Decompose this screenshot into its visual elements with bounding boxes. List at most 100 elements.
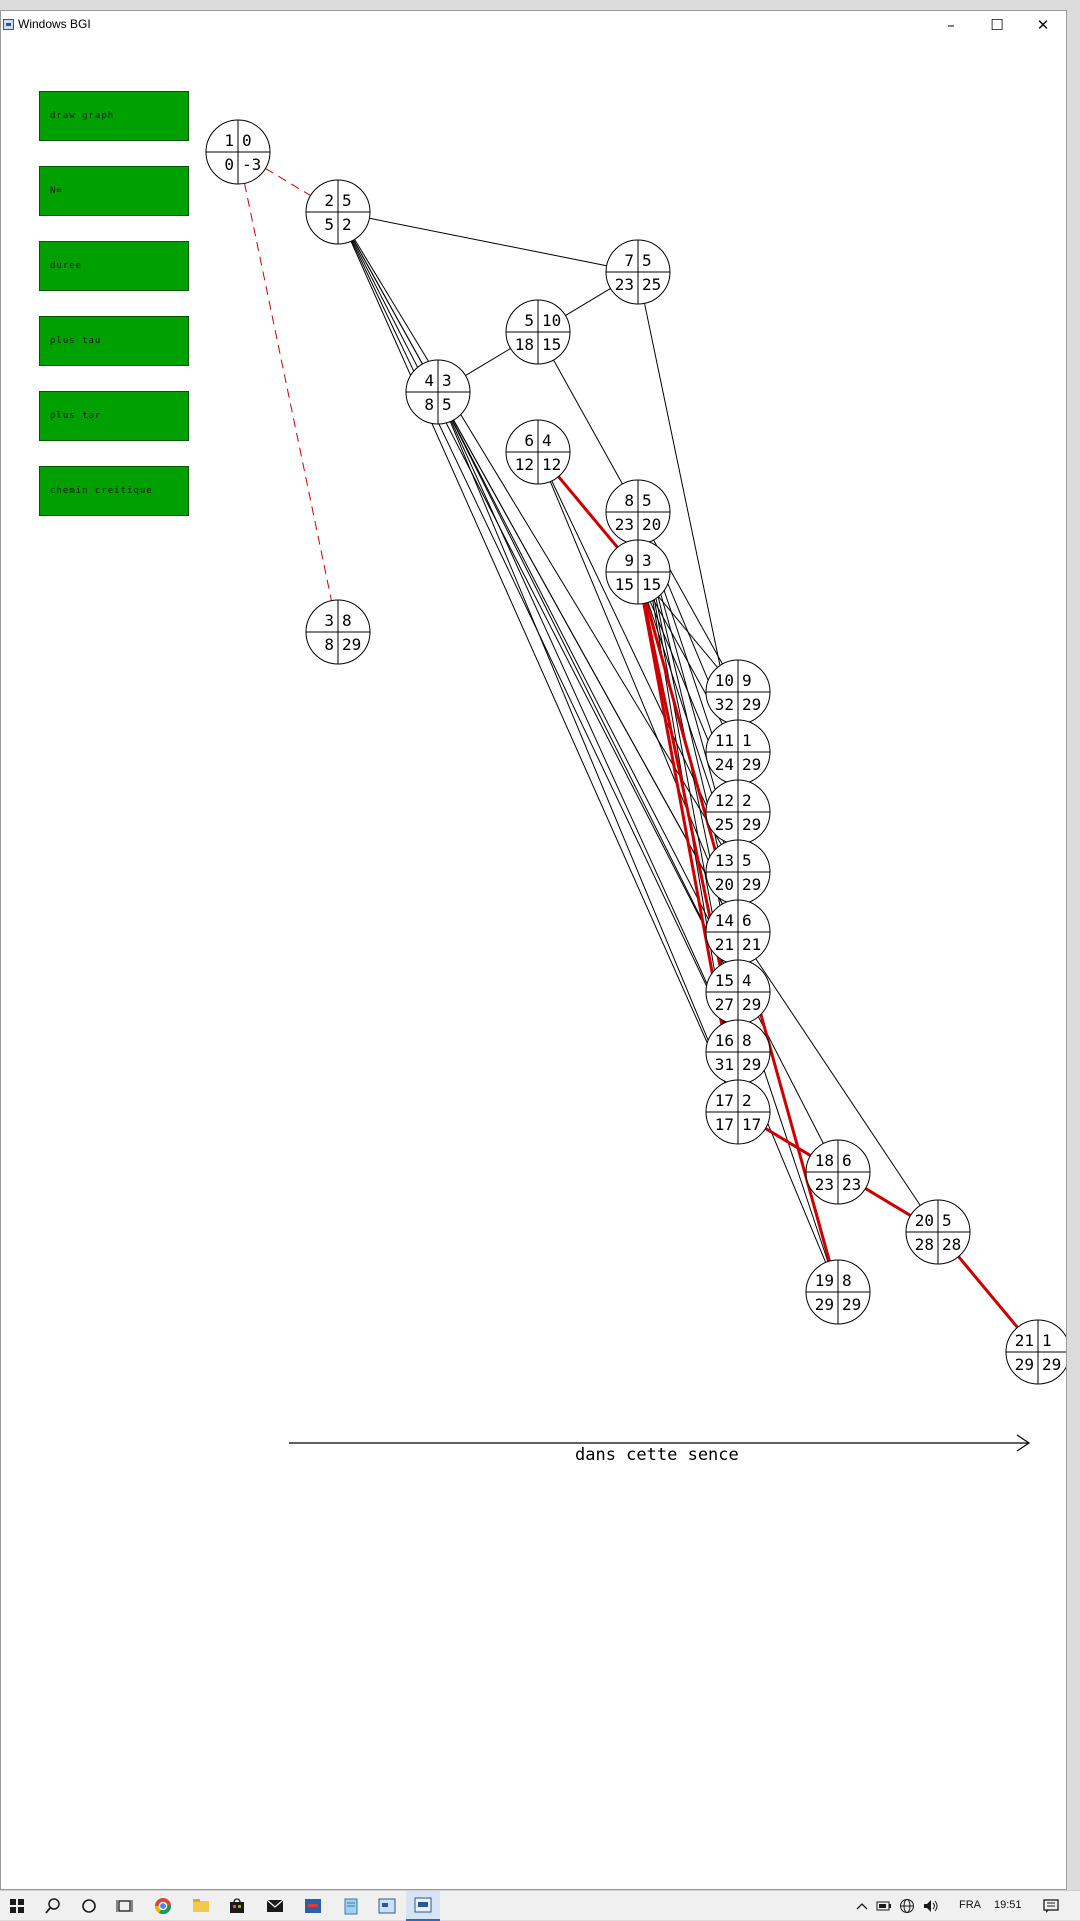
- search-icon[interactable]: [36, 1891, 70, 1921]
- node-18: 18 6 23 23: [805, 1139, 871, 1205]
- edge-4-14: [453, 419, 723, 905]
- node-id-label: 18: [815, 1151, 834, 1170]
- node-8: 8 5 23 20: [605, 479, 671, 545]
- node-early-label: 20: [715, 875, 734, 894]
- app-icon[interactable]: [296, 1891, 330, 1921]
- notification-icon[interactable]: [1036, 1891, 1066, 1921]
- node-duration-label: 1: [1042, 1331, 1052, 1350]
- language-indicator[interactable]: FRA: [959, 1899, 981, 1911]
- app-icon: [3, 19, 14, 30]
- node-early-label: 0: [224, 155, 234, 174]
- chrome-icon[interactable]: [146, 1891, 180, 1921]
- node-id-label: 17: [715, 1091, 734, 1110]
- node-late-label: 29: [742, 755, 761, 774]
- node-late-label: 29: [742, 695, 761, 714]
- mail-icon[interactable]: [258, 1891, 292, 1921]
- node-duration-label: 8: [742, 1031, 752, 1050]
- node-early-label: 32: [715, 695, 734, 714]
- node-id-label: 3: [324, 611, 334, 630]
- node-early-label: 23: [615, 515, 634, 534]
- node-duration-label: 8: [342, 611, 352, 630]
- close-icon[interactable]: ✕: [1020, 11, 1066, 39]
- node-13: 13 5 20 29: [705, 839, 771, 905]
- network-icon[interactable]: [896, 1891, 918, 1921]
- node-early-label: 15: [615, 575, 634, 594]
- node-early-label: 21: [715, 935, 734, 954]
- bgi-app-icon[interactable]: [370, 1891, 404, 1921]
- node-late-label: 17: [742, 1115, 761, 1134]
- edge-2-7: [369, 217, 607, 267]
- node-late-label: 2: [342, 215, 352, 234]
- edge-9-10: [658, 596, 718, 668]
- node-duration-label: 1: [742, 731, 752, 750]
- node-late-label: 29: [742, 815, 761, 834]
- node-id-label: 20: [915, 1211, 934, 1230]
- node-12: 12 2 25 29: [705, 779, 771, 845]
- node-16: 16 8 31 29: [705, 1019, 771, 1085]
- node-duration-label: 5: [642, 251, 652, 270]
- node-5: 5 10 18 15: [505, 299, 571, 365]
- node-late-label: 15: [642, 575, 661, 594]
- minimize-icon[interactable]: –: [928, 11, 974, 39]
- node-2: 2 55 2: [305, 179, 371, 245]
- node-early-label: 23: [815, 1175, 834, 1194]
- node-early-label: 24: [715, 755, 734, 774]
- edge-4-17: [449, 421, 727, 1083]
- edge-4-15: [451, 420, 725, 964]
- chevron-up-icon[interactable]: [852, 1891, 872, 1921]
- node-id-label: 5: [524, 311, 534, 330]
- task-view-icon[interactable]: [108, 1891, 142, 1921]
- node-late-label: 29: [742, 995, 761, 1014]
- node-7: 7 5 23 25: [605, 239, 671, 305]
- clock[interactable]: 19:51: [994, 1899, 1022, 1911]
- node-id-label: 21: [1015, 1331, 1034, 1350]
- node-late-label: 5: [442, 395, 452, 414]
- node-id-label: 1: [224, 131, 234, 150]
- node-late-label: 25: [642, 275, 661, 294]
- node-id-label: 10: [715, 671, 734, 690]
- node-id-label: 6: [524, 431, 534, 450]
- edge-layer: [244, 168, 1019, 1329]
- windows-start-icon[interactable]: [0, 1891, 34, 1921]
- node-id-label: 7: [624, 251, 634, 270]
- notepad-icon[interactable]: [334, 1891, 368, 1921]
- node-id-label: 19: [815, 1271, 834, 1290]
- task-graph: 1 00 -32 55 23 88 294 38 55 1018 156 412 127 523 258 52…: [205, 119, 1066, 1465]
- node-15: 15 4 27 29: [705, 959, 771, 1025]
- node-late-label: 28: [942, 1235, 961, 1254]
- dashed-edge-1-3: [244, 183, 332, 601]
- node-id-label: 14: [715, 911, 734, 930]
- node-early-label: 25: [715, 815, 734, 834]
- node-id-label: 4: [424, 371, 434, 390]
- title-bar[interactable]: Windows BGI – ☐ ✕: [1, 11, 1066, 40]
- node-6: 6 4 12 12: [505, 419, 571, 485]
- edge-5-7: [565, 288, 611, 316]
- node-late-label: 23: [842, 1175, 861, 1194]
- node-20: 20 5 28 28: [905, 1199, 971, 1265]
- node-early-label: 18: [515, 335, 534, 354]
- bgi-window: Windows BGI – ☐ ✕ draw graph N= duree pl…: [0, 10, 1067, 1890]
- node-duration-label: 6: [842, 1151, 852, 1170]
- node-19: 19 8 29 29: [805, 1259, 871, 1325]
- maximize-icon[interactable]: ☐: [974, 11, 1020, 39]
- node-early-label: 27: [715, 995, 734, 1014]
- node-duration-label: 10: [542, 311, 561, 330]
- node-late-label: 29: [1042, 1355, 1061, 1374]
- critical-edge-20-21: [957, 1255, 1019, 1329]
- node-duration-label: 5: [742, 851, 752, 870]
- node-layer: 1 00 -32 55 23 88 294 38 55 1018 156 412 127 523 258 52…: [205, 119, 1066, 1385]
- volume-icon[interactable]: [920, 1891, 942, 1921]
- node-duration-label: 5: [942, 1211, 952, 1230]
- store-icon[interactable]: [220, 1891, 254, 1921]
- node-4: 4 38 5: [405, 359, 471, 425]
- node-duration-label: 3: [442, 371, 452, 390]
- node-id-label: 15: [715, 971, 734, 990]
- node-1: 1 00 -3: [205, 119, 271, 185]
- node-duration-label: 5: [342, 191, 352, 210]
- bgi-window-icon[interactable]: [406, 1891, 440, 1921]
- node-17: 17 2 17 17: [705, 1079, 771, 1145]
- battery-icon[interactable]: [874, 1891, 894, 1921]
- file-explorer-icon[interactable]: [184, 1891, 218, 1921]
- cortana-icon[interactable]: [72, 1891, 106, 1921]
- node-id-label: 9: [624, 551, 634, 570]
